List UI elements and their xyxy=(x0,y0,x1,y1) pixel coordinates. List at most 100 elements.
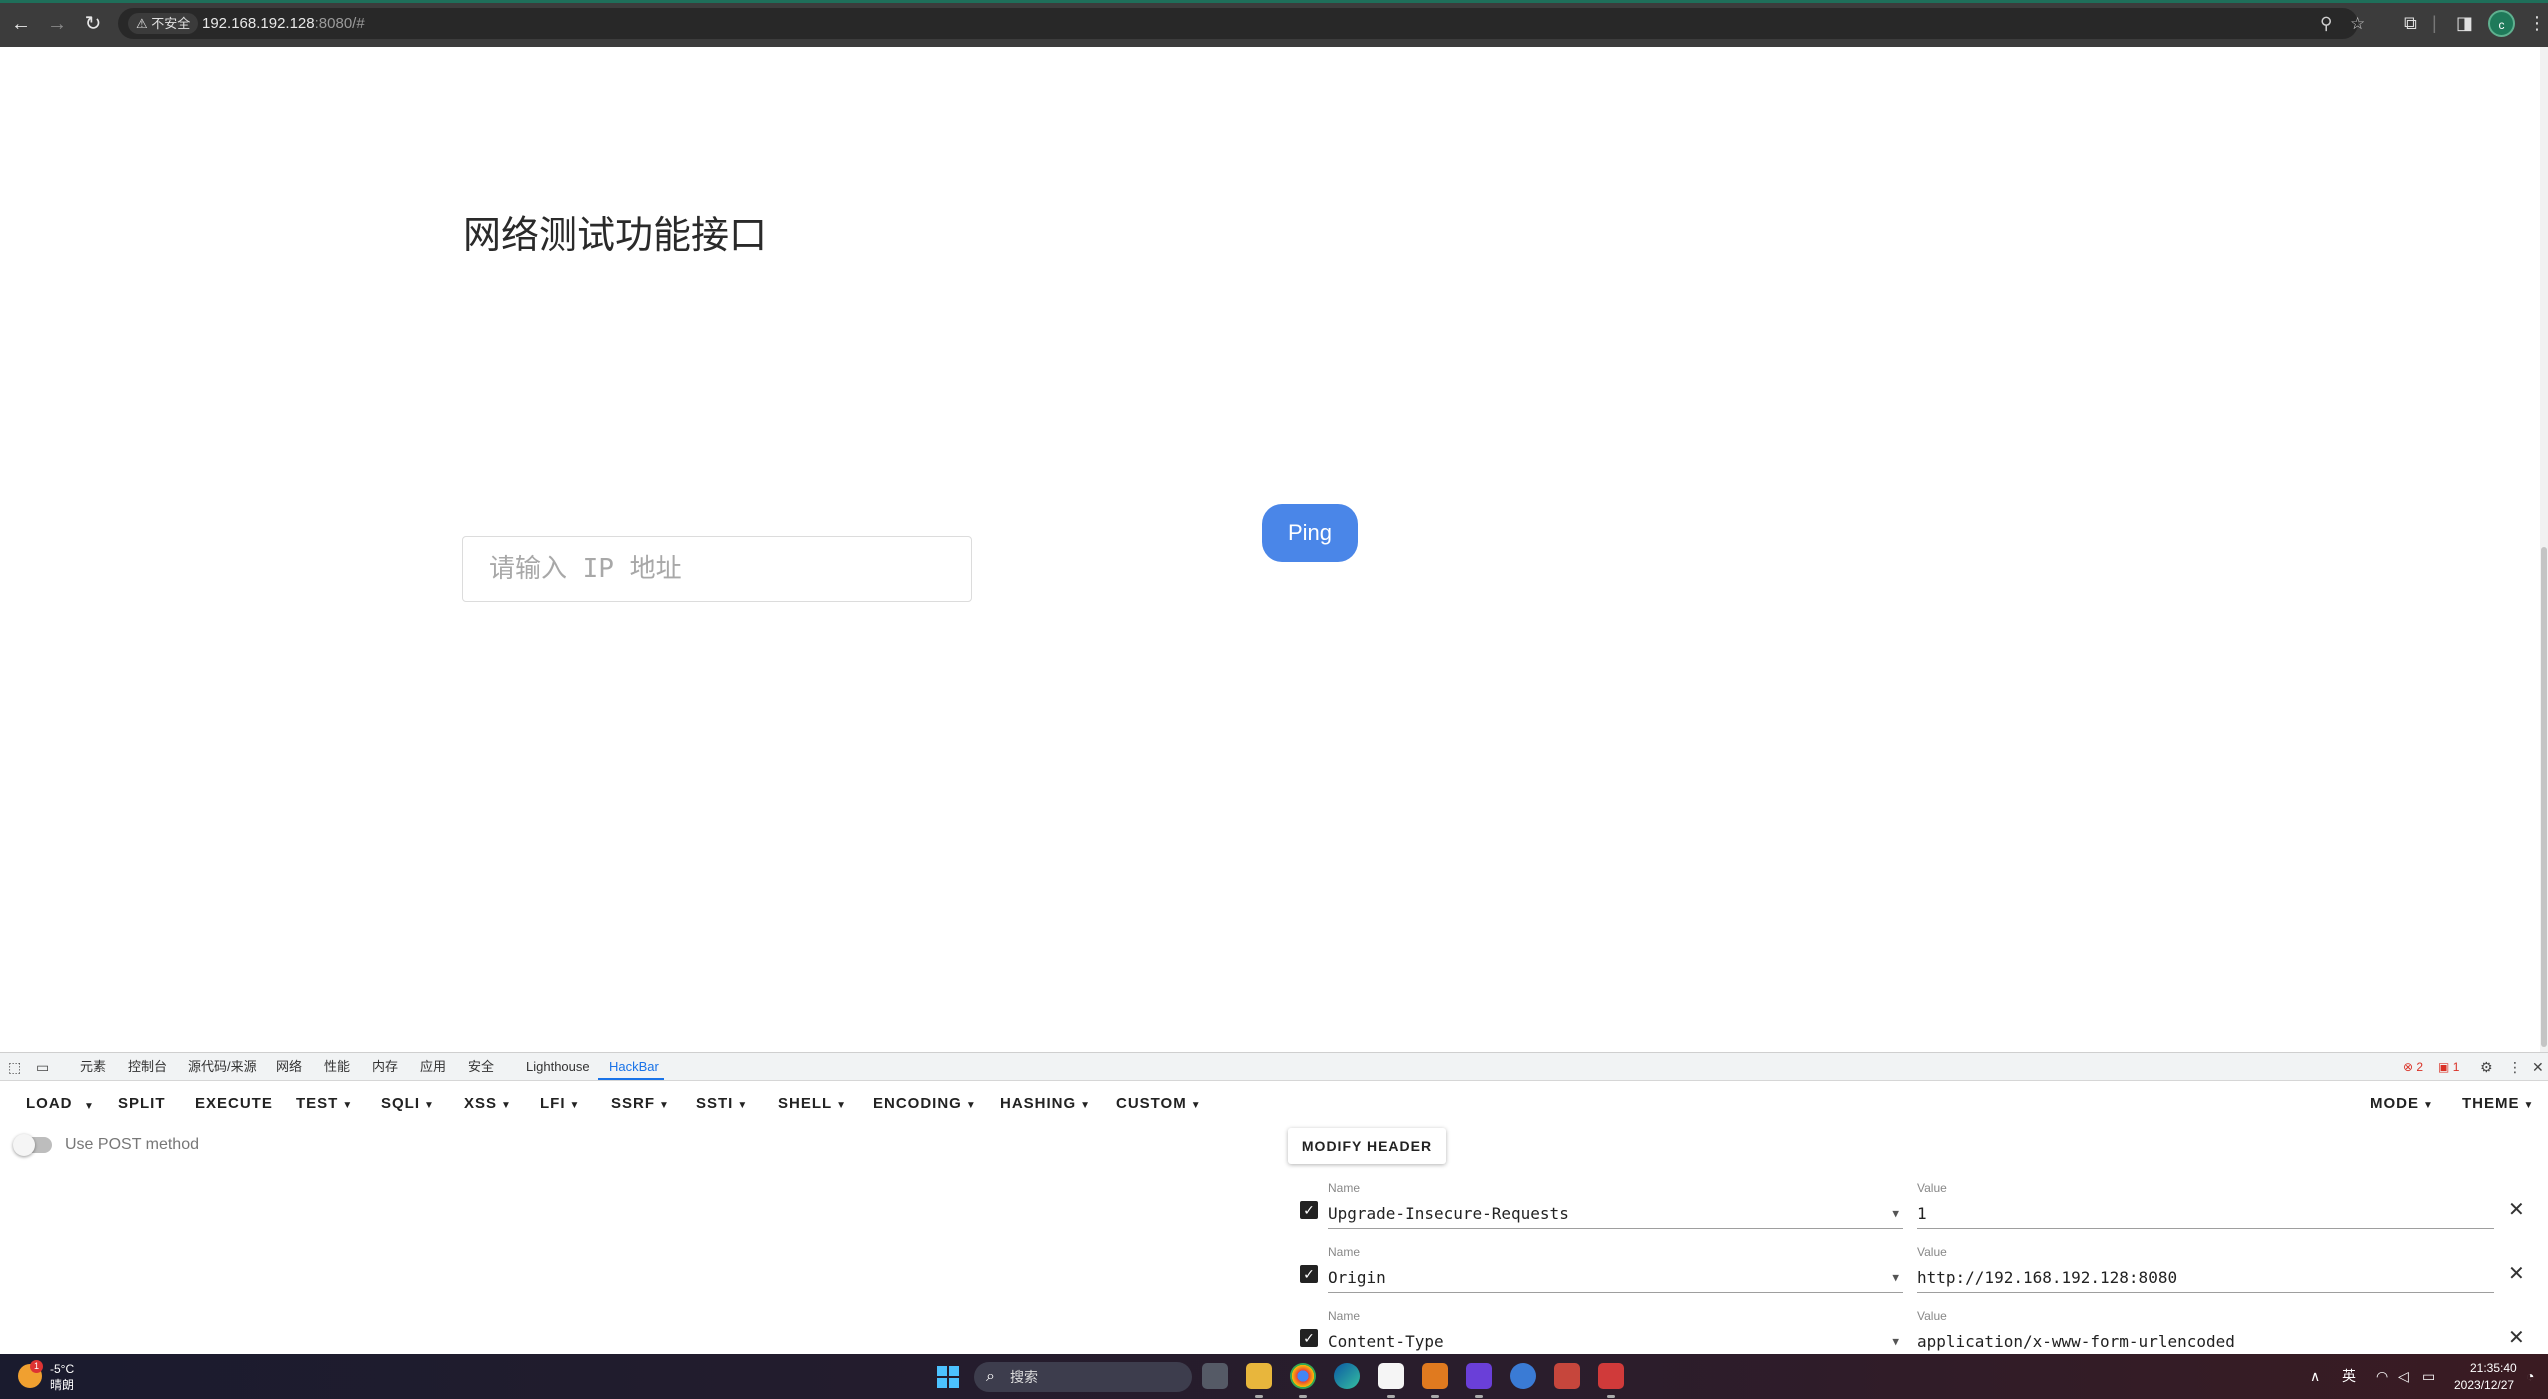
wifi-icon[interactable]: ◠ xyxy=(2376,1367,2388,1385)
url-text[interactable]: 192.168.192.128:8080/# xyxy=(202,14,365,33)
zoom-icon[interactable]: ⚲ xyxy=(2320,14,2332,33)
issue-count-badge[interactable]: ▣ 1 xyxy=(2438,1059,2459,1075)
header-value-field[interactable]: 1 xyxy=(1917,1203,2494,1229)
notification-bell-icon[interactable]: ◔ xyxy=(2526,1367,2534,1385)
error-count-badge[interactable]: ⊗ 2 xyxy=(2403,1059,2423,1075)
dropdown-arrow-icon[interactable]: ▼ xyxy=(1892,1331,1899,1353)
taskbar-search[interactable]: ⌕ 搜索 xyxy=(974,1362,1192,1392)
ime-indicator[interactable]: 英 xyxy=(2342,1367,2356,1385)
devtools-close-icon[interactable]: ✕ xyxy=(2532,1059,2544,1075)
extensions-icon[interactable]: ⧉ xyxy=(2404,12,2417,34)
file-explorer-icon[interactable] xyxy=(1246,1363,1272,1398)
devtools-panel: ⬚ ▭ 元素 控制台 源代码/来源 网络 性能 内存 应用 安全 Lightho… xyxy=(0,1052,2548,1357)
remove-header-close-icon[interactable]: ✕ xyxy=(2508,1263,2525,1285)
post-method-toggle[interactable] xyxy=(13,1134,52,1156)
devtools-tab-application[interactable]: 应用 xyxy=(420,1059,446,1075)
ssrf-menu-button[interactable]: SSRF ▼ xyxy=(611,1095,670,1115)
dropdown-arrow-icon[interactable]: ▼ xyxy=(1892,1267,1899,1289)
browser-app-icon[interactable] xyxy=(1510,1363,1536,1389)
devtools-settings-gear-icon[interactable]: ⚙ xyxy=(2480,1059,2493,1075)
inspect-element-icon[interactable]: ⬚ xyxy=(8,1059,21,1075)
execute-button[interactable]: EXECUTE xyxy=(195,1095,273,1113)
address-bar[interactable]: ⚠ 不安全 192.168.192.128:8080/# ⚲ ☆ xyxy=(118,8,2365,39)
caret-down-icon: ▼ xyxy=(659,1100,670,1111)
custom-label: CUSTOM xyxy=(1116,1095,1187,1112)
shell-menu-button[interactable]: SHELL ▼ xyxy=(778,1095,847,1115)
ip-address-input[interactable] xyxy=(462,536,972,602)
xss-menu-button[interactable]: XSS ▼ xyxy=(464,1095,512,1115)
not-secure-chip[interactable]: ⚠ 不安全 xyxy=(128,13,199,34)
header-enabled-checkbox[interactable]: ✓ xyxy=(1300,1201,1318,1219)
custom-menu-button[interactable]: CUSTOM ▼ xyxy=(1116,1095,1202,1115)
header-name-field[interactable]: Upgrade-Insecure-Requests ▼ xyxy=(1328,1203,1903,1229)
header-name-text: Upgrade-Insecure-Requests xyxy=(1328,1204,1569,1223)
devtools-tab-elements[interactable]: 元素 xyxy=(80,1059,106,1075)
bookmark-star-icon[interactable]: ☆ xyxy=(2350,14,2365,33)
window-accent-line xyxy=(0,0,2548,3)
caret-down-icon: ▼ xyxy=(501,1100,512,1111)
caret-down-icon: ▼ xyxy=(2523,1100,2535,1111)
task-view-icon[interactable] xyxy=(1202,1363,1228,1389)
active-tab-underline xyxy=(598,1078,664,1080)
devtools-tab-console[interactable]: 控制台 xyxy=(128,1059,167,1075)
test-menu-button[interactable]: TEST ▼ xyxy=(296,1095,353,1115)
caret-down-icon: ▼ xyxy=(2423,1100,2434,1111)
load-button[interactable]: LOAD xyxy=(26,1095,73,1113)
devtools-tab-performance[interactable]: 性能 xyxy=(324,1059,350,1075)
reload-icon[interactable]: ↻ xyxy=(80,11,106,37)
devtools-tab-security[interactable]: 安全 xyxy=(468,1059,494,1075)
encoding-menu-button[interactable]: ENCODING ▼ xyxy=(873,1095,977,1115)
lfi-menu-button[interactable]: LFI ▼ xyxy=(540,1095,580,1115)
modify-header-button[interactable]: MODIFY HEADER xyxy=(1288,1128,1446,1164)
toggle-knob xyxy=(13,1134,35,1156)
menu-kebab-icon[interactable]: ⋮ xyxy=(2528,12,2546,34)
clock-date[interactable]: 2023/12/27 xyxy=(2454,1378,2514,1392)
devtools-tab-lighthouse[interactable]: Lighthouse xyxy=(526,1059,590,1075)
theme-label: THEME xyxy=(2462,1095,2520,1112)
split-button[interactable]: SPLIT xyxy=(118,1095,166,1113)
clock-time[interactable]: 21:35:40 xyxy=(2470,1361,2517,1375)
weather-temperature: -5°C xyxy=(50,1362,75,1376)
devtools-tab-memory[interactable]: 内存 xyxy=(372,1059,398,1075)
weather-widget[interactable]: 1 -5°C 晴朗 xyxy=(18,1360,88,1394)
chrome-icon[interactable] xyxy=(1290,1363,1316,1398)
side-panel-icon[interactable]: ◨ xyxy=(2456,12,2473,34)
tray-chevron-up-icon[interactable]: ∧ xyxy=(2310,1367,2320,1385)
battery-icon[interactable]: ▭ xyxy=(2422,1367,2435,1385)
forward-icon[interactable]: → xyxy=(44,11,70,37)
browser-toolbar: ← → ↻ ⚠ 不安全 192.168.192.128:8080/# ⚲ ☆ ⧉… xyxy=(0,0,2548,47)
remove-header-close-icon[interactable]: ✕ xyxy=(2508,1199,2525,1221)
mode-menu-button[interactable]: MODE ▼ xyxy=(2370,1095,2434,1115)
header-value-field[interactable]: http://192.168.192.128:8080 xyxy=(1917,1267,2494,1293)
burp-app-icon[interactable] xyxy=(1598,1363,1624,1398)
scrollbar-thumb[interactable] xyxy=(2541,547,2547,1047)
edge-icon[interactable] xyxy=(1334,1363,1360,1389)
vm-app-icon[interactable] xyxy=(1422,1363,1448,1398)
device-toolbar-icon[interactable]: ▭ xyxy=(36,1059,49,1075)
ssti-menu-button[interactable]: SSTI ▼ xyxy=(696,1095,748,1115)
url-path: :8080/# xyxy=(314,15,365,32)
devtools-tab-sources[interactable]: 源代码/来源 xyxy=(188,1059,257,1075)
profile-avatar[interactable]: c xyxy=(2488,10,2515,37)
ping-button[interactable]: Ping xyxy=(1262,504,1358,562)
notes-app-icon[interactable] xyxy=(1554,1363,1580,1389)
remove-header-close-icon[interactable]: ✕ xyxy=(2508,1327,2525,1349)
dropdown-arrow-icon[interactable]: ▼ xyxy=(1892,1203,1899,1225)
sqli-menu-button[interactable]: SQLI ▼ xyxy=(381,1095,435,1115)
load-dropdown-icon[interactable]: ▼ xyxy=(84,1098,95,1116)
volume-icon[interactable]: ◁ xyxy=(2398,1367,2409,1385)
header-enabled-checkbox[interactable]: ✓ xyxy=(1300,1265,1318,1283)
typora-icon[interactable] xyxy=(1378,1363,1404,1398)
devtools-tab-hackbar[interactable]: HackBar xyxy=(609,1059,659,1075)
start-windows-icon[interactable] xyxy=(937,1366,959,1388)
header-enabled-checkbox[interactable]: ✓ xyxy=(1300,1329,1318,1347)
devtools-tab-network[interactable]: 网络 xyxy=(276,1059,302,1075)
hashing-menu-button[interactable]: HASHING ▼ xyxy=(1000,1095,1091,1115)
hackbar-toolbar: LOAD ▼ SPLIT EXECUTE TEST ▼ SQLI ▼ XSS ▼ LF… xyxy=(0,1081,2548,1127)
devtools-more-icon[interactable]: ⋮ xyxy=(2508,1059,2522,1075)
terminal-app-icon[interactable] xyxy=(1466,1363,1492,1398)
header-name-field[interactable]: Origin ▼ xyxy=(1328,1267,1903,1293)
back-icon[interactable]: ← xyxy=(8,11,34,37)
page-scrollbar[interactable] xyxy=(2540,47,2548,1052)
theme-menu-button[interactable]: THEME ▼ xyxy=(2462,1095,2534,1115)
